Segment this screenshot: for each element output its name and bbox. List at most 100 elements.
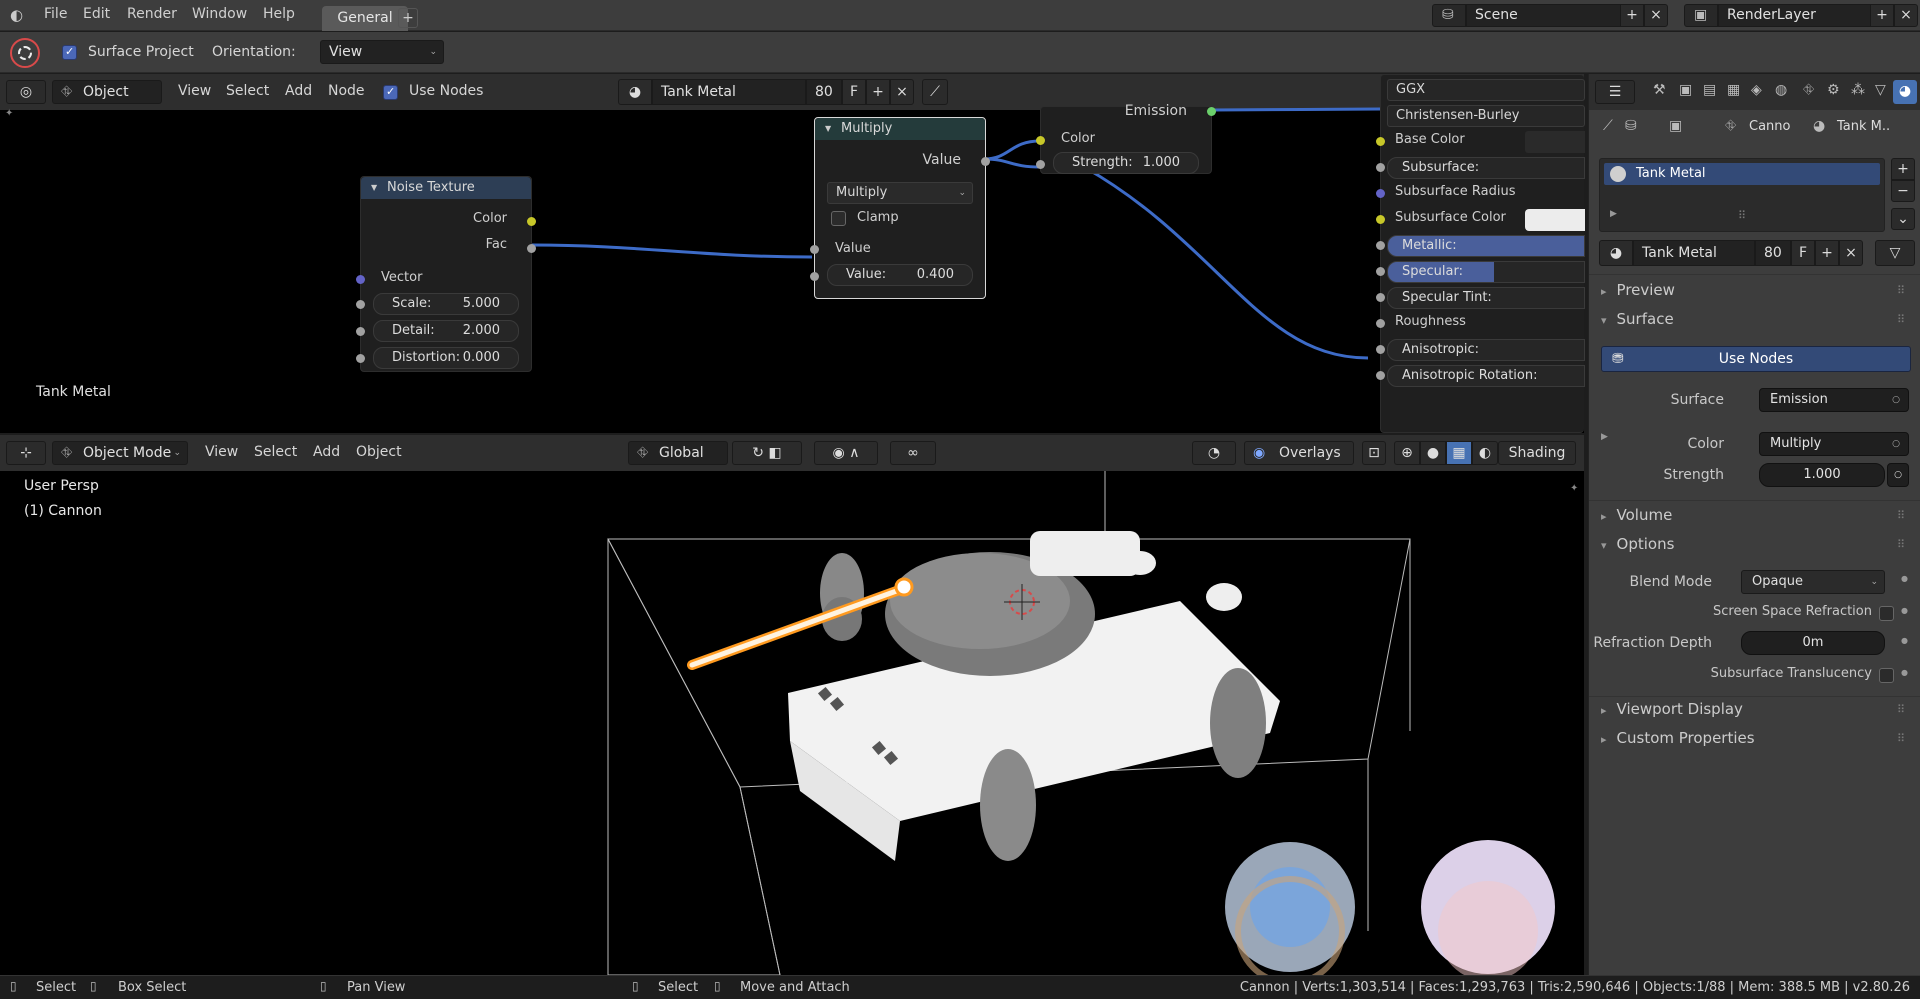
menu-window[interactable]: Window [192, 6, 247, 22]
multiply-node-header[interactable]: Multiply [815, 118, 985, 140]
specular-tint-socket[interactable] [1376, 293, 1385, 302]
surface-drag-handle[interactable]: ⠿ [1897, 313, 1906, 326]
use-nodes-button[interactable]: ⛃ Use Nodes [1601, 346, 1911, 372]
vp-menu-select[interactable]: Select [254, 444, 297, 460]
properties-material-users[interactable]: 80 [1755, 240, 1791, 266]
section-options[interactable]: Options [1601, 535, 1675, 553]
noise-node-header[interactable]: Noise Texture [361, 177, 531, 199]
metallic-field[interactable]: Metallic: [1387, 235, 1585, 257]
material-shading-icon[interactable]: ▦ [1446, 441, 1472, 465]
orientation-dropdown[interactable]: View ⌄ [320, 40, 444, 64]
refraction-decorator[interactable]: ● [1901, 636, 1908, 645]
emission-strength-socket[interactable] [1036, 160, 1045, 169]
sst-decorator[interactable]: ● [1901, 668, 1908, 677]
object-tab-icon[interactable]: ⛗ [1803, 82, 1814, 98]
emission-strength-field[interactable]: Strength: 1.000 [1053, 152, 1199, 174]
blender-logo-icon[interactable]: ◐ [10, 6, 23, 24]
refraction-depth-field[interactable]: 0m [1741, 631, 1885, 655]
multiply-value-output-socket[interactable] [981, 157, 990, 166]
transform-orientation-dropdown[interactable]: ⛗ Global [628, 441, 728, 465]
clamp-checkbox[interactable] [831, 211, 846, 226]
proportional-edit-icons[interactable]: ◉ ∧ [814, 441, 878, 465]
sst-checkbox[interactable] [1879, 668, 1894, 683]
noise-texture-node[interactable]: Noise Texture Color Fac Vector Scale:5.0… [356, 176, 536, 372]
roughness-socket[interactable] [1376, 319, 1385, 328]
subsurface-color-socket[interactable] [1376, 215, 1385, 224]
volume-drag-handle[interactable]: ⠿ [1897, 509, 1906, 522]
emission-node[interactable]: Emission Color Strength: 1.000 [1036, 103, 1216, 174]
particles-tab-icon[interactable]: ⁂ [1851, 82, 1865, 98]
subsurface-field[interactable]: Subsurface: [1387, 157, 1585, 179]
output-tab-icon[interactable]: ▤ [1703, 82, 1716, 98]
link-icon[interactable]: ∞ [890, 441, 936, 465]
anisotropic-field[interactable]: Anisotropic: [1387, 339, 1585, 361]
node-editor-area[interactable]: ◎ ⛗Object View Select Add Node Use Nodes… [0, 74, 1585, 433]
subsurface-socket[interactable] [1376, 163, 1385, 172]
noise-detail-field[interactable]: Detail: 2.000 [373, 320, 519, 342]
section-custom-properties[interactable]: Custom Properties [1601, 729, 1755, 747]
specular-tint-field[interactable]: Specular Tint: [1387, 287, 1585, 309]
section-preview[interactable]: Preview [1601, 281, 1675, 299]
noise-distortion-socket[interactable] [356, 354, 365, 363]
metallic-socket[interactable] [1376, 241, 1385, 250]
anisotropic-rotation-field[interactable]: Anisotropic Rotation: [1387, 365, 1585, 387]
noise-scale-field[interactable]: Scale: 5.000 [373, 293, 519, 315]
multiply-value-field[interactable]: Value: 0.400 [827, 264, 973, 286]
new-renderlayer-button[interactable]: + [1870, 4, 1894, 27]
subsurface-method-dropdown[interactable]: Christensen-Burley [1387, 105, 1585, 127]
preview-drag-handle[interactable]: ⠿ [1897, 284, 1906, 297]
menu-edit[interactable]: Edit [83, 6, 110, 22]
custom-properties-drag-handle[interactable]: ⠿ [1897, 732, 1906, 745]
anisotropic-socket[interactable] [1376, 345, 1385, 354]
object-mode-dropdown[interactable]: ⛗ Object Mode ⌄ [52, 441, 188, 465]
menu-file[interactable]: File [44, 6, 67, 22]
base-color-swatch[interactable] [1525, 131, 1585, 153]
emission-color-socket[interactable] [1036, 136, 1045, 145]
strength-input-field[interactable]: 1.000 [1759, 463, 1885, 487]
color-expand-arrow[interactable]: ▶ [1601, 432, 1608, 442]
delete-scene-button[interactable]: × [1644, 4, 1668, 27]
menu-help[interactable]: Help [263, 6, 295, 22]
view-layer-tab-icon[interactable]: ▦ [1727, 82, 1740, 98]
section-volume[interactable]: Volume [1601, 506, 1673, 524]
solid-shading-icon[interactable]: ● [1420, 441, 1446, 465]
vp-menu-object[interactable]: Object [356, 444, 402, 460]
noise-scale-socket[interactable] [356, 300, 365, 309]
ssr-decorator[interactable]: ● [1901, 606, 1908, 615]
blend-mode-dropdown[interactable]: Opaque ⌄ [1741, 570, 1885, 594]
list-resize-handle[interactable]: ⠿ [1738, 209, 1747, 222]
multiply-math-node[interactable]: Multiply Value Multiply⌄ Clamp Value Val… [810, 117, 990, 299]
blend-decorator[interactable]: ● [1901, 574, 1908, 583]
cursor-tool-icon[interactable] [10, 38, 40, 68]
ssr-checkbox[interactable] [1879, 606, 1894, 621]
material-slot-list[interactable]: Tank Metal ▶ ⠿ [1599, 158, 1885, 232]
renderlayer-icon[interactable]: ▣ [1684, 4, 1718, 27]
rendered-shading-icon[interactable]: ◐ [1472, 441, 1498, 465]
color-input-field[interactable]: Multiply ○ [1759, 432, 1909, 456]
link-mode-dropdown[interactable]: ▽ [1875, 240, 1915, 266]
material-slot-row[interactable]: Tank Metal [1604, 163, 1880, 185]
section-viewport-display[interactable]: Viewport Display [1601, 700, 1743, 718]
properties-material-name[interactable]: Tank Metal [1633, 240, 1755, 266]
section-surface[interactable]: Surface [1601, 310, 1674, 328]
scene-name-field[interactable]: Scene [1466, 4, 1626, 27]
new-scene-button[interactable]: + [1620, 4, 1644, 27]
overlays-button[interactable]: ◉ Overlays [1244, 441, 1354, 465]
add-workspace-button[interactable]: + [398, 8, 418, 28]
renderlayer-name-field[interactable]: RenderLayer [1718, 4, 1876, 27]
visibility-icon[interactable]: ◔ [1192, 441, 1236, 465]
modifiers-tab-icon[interactable]: ⚙ [1827, 82, 1840, 98]
3d-viewport-area[interactable]: ⊹ ⛗ Object Mode ⌄ View Select Add Object ⛗… [0, 435, 1584, 975]
add-material-slot-button[interactable]: + [1891, 158, 1915, 180]
delete-renderlayer-button[interactable]: × [1894, 4, 1918, 27]
specular-socket[interactable] [1376, 267, 1385, 276]
browse-material-icon[interactable]: ◕ [1599, 240, 1633, 266]
noise-vector-socket[interactable] [356, 275, 365, 284]
properties-fake-user-button[interactable]: F [1791, 240, 1815, 266]
distribution-dropdown[interactable]: GGX [1387, 79, 1585, 101]
properties-unlink-material-button[interactable]: × [1839, 240, 1863, 266]
viewport-display-drag-handle[interactable]: ⠿ [1897, 703, 1906, 716]
surface-project-checkbox[interactable] [62, 45, 77, 60]
noise-color-socket[interactable] [527, 217, 536, 226]
noise-fac-socket[interactable] [527, 244, 536, 253]
